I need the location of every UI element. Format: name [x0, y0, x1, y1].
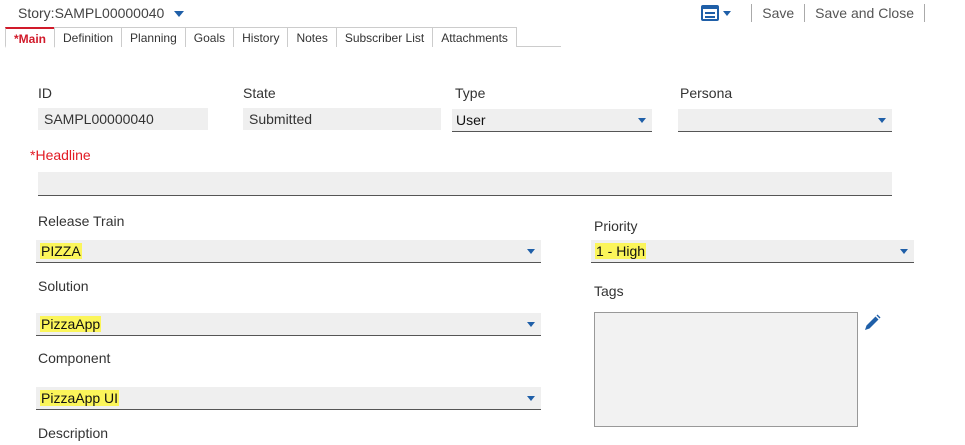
pencil-icon[interactable] [862, 313, 882, 333]
priority-value: 1 - High [595, 243, 647, 259]
tab-attachments[interactable]: Attachments [432, 27, 517, 47]
divider [751, 4, 753, 22]
component-select[interactable]: PizzaApp UI [36, 387, 541, 410]
headline-label-text: Headline [35, 147, 91, 163]
type-value: User [456, 112, 486, 128]
state-value: Submitted [243, 108, 441, 130]
save-and-close-button[interactable]: Save and Close [815, 5, 914, 21]
tab-goals[interactable]: Goals [184, 27, 235, 47]
component-label: Component [38, 350, 111, 366]
type-label: Type [455, 85, 486, 101]
chevron-down-icon[interactable] [527, 396, 535, 401]
solution-label: Solution [38, 278, 89, 294]
chevron-down-icon[interactable] [900, 249, 908, 254]
chevron-down-icon[interactable] [638, 118, 646, 123]
priority-label: Priority [594, 218, 638, 234]
chevron-down-icon[interactable] [527, 322, 535, 327]
calendar-icon[interactable] [701, 5, 720, 21]
tab-planning[interactable]: Planning [121, 27, 186, 47]
id-value: SAMPL00000040 [38, 108, 208, 130]
tab-bar: *Main Definition Planning Goals History … [5, 27, 561, 48]
type-select[interactable]: User [452, 109, 652, 132]
chevron-down-icon[interactable] [878, 118, 886, 123]
page-title[interactable]: Story:SAMPL00000040 [18, 5, 185, 21]
tags-label: Tags [594, 283, 624, 299]
description-label: Description [38, 425, 109, 441]
headline-label: *Headline [30, 147, 91, 163]
component-value: PizzaApp UI [40, 390, 120, 406]
state-label: State [243, 85, 276, 101]
solution-select[interactable]: PizzaApp [36, 313, 541, 336]
tab-notes[interactable]: Notes [287, 27, 337, 47]
divider [804, 4, 806, 22]
tab-subscriber-list[interactable]: Subscriber List [335, 27, 434, 47]
divider [924, 4, 925, 22]
tab-definition[interactable]: Definition [54, 27, 123, 47]
toolbar: Save Save and Close [701, 4, 935, 22]
chevron-down-icon[interactable] [527, 249, 535, 254]
tags-box[interactable] [594, 312, 858, 427]
chevron-down-icon[interactable] [723, 10, 732, 16]
persona-select[interactable] [678, 109, 892, 132]
headline-input[interactable] [38, 172, 892, 196]
tab-main[interactable]: *Main [5, 27, 56, 48]
record-title: Story:SAMPL00000040 [18, 5, 165, 21]
release-train-label: Release Train [38, 213, 125, 229]
persona-label: Persona [680, 85, 733, 101]
tab-history[interactable]: History [233, 27, 289, 47]
solution-value: PizzaApp [40, 316, 102, 332]
chevron-down-icon[interactable] [174, 11, 185, 18]
release-train-value: PIZZA [40, 243, 82, 259]
release-train-select[interactable]: PIZZA [36, 240, 541, 263]
priority-select[interactable]: 1 - High [591, 240, 914, 263]
id-label: ID [38, 85, 52, 101]
save-button[interactable]: Save [762, 5, 794, 21]
